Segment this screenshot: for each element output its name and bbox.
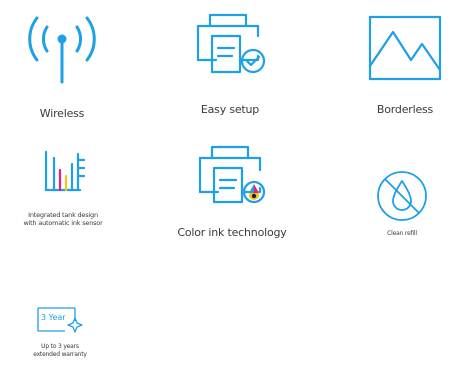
warranty-badge-text: 3 Year (41, 313, 66, 322)
feature-wireless: Wireless (4, 10, 120, 121)
warranty-badge-icon: 3 Year (35, 304, 85, 334)
feature-label: Color ink technology (177, 226, 287, 239)
feature-label-line-1: Integrated tank design (28, 211, 98, 219)
feature-label: Easy setup (200, 103, 260, 116)
no-spill-drop-icon (377, 171, 427, 221)
feature-integrated-tank: Integrated tank design with automatic in… (0, 148, 126, 228)
feature-color-ink: Color ink technology (162, 142, 302, 240)
feature-warranty: 3 Year Up to 3 years extended warranty (18, 304, 102, 359)
feature-label: Borderless (376, 103, 434, 116)
feature-label-line-2: with automatic ink sensor (23, 219, 103, 228)
feature-clean-refill: Clean refill (362, 168, 442, 238)
ink-tank-level-icon (44, 150, 86, 192)
feature-easy-setup: Easy setup (172, 10, 288, 117)
feature-label-line-2: extended warranty (33, 351, 87, 359)
mountain-landscape-icon (368, 15, 442, 81)
printer-check-icon (196, 13, 266, 74)
printer-color-drop-icon (198, 145, 266, 204)
feature-label-line-1: Up to 3 years (41, 343, 79, 350)
wireless-antenna-icon (28, 16, 96, 84)
feature-borderless: Borderless (350, 14, 457, 117)
feature-label: Clean refill (387, 230, 417, 237)
feature-label: Wireless (39, 107, 85, 120)
